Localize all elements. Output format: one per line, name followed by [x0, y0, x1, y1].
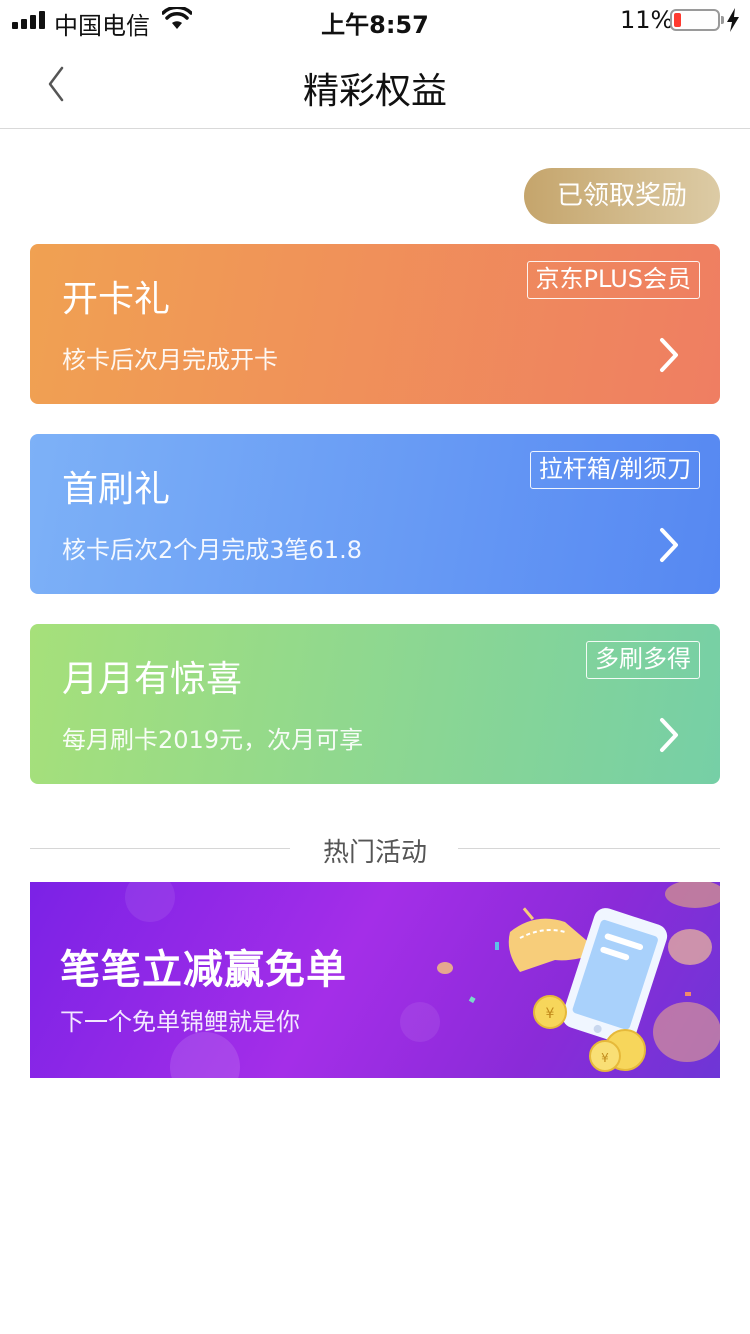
benefit-card-monthly-surprise[interactable]: 月月有惊喜 每月刷卡2019元，次月可享 多刷多得: [30, 624, 720, 784]
card-tag: 多刷多得: [586, 641, 700, 679]
svg-text:¥: ¥: [601, 1051, 609, 1065]
svg-text:¥: ¥: [546, 1006, 555, 1022]
divider: [458, 848, 720, 849]
card-title: 首刷礼: [62, 469, 171, 510]
battery-icon: [670, 9, 724, 31]
benefit-card-card-opening-gift[interactable]: 开卡礼 核卡后次月完成开卡 京东PLUS会员: [30, 244, 720, 404]
card-subtitle: 核卡后次2个月完成3笔61.8: [62, 536, 362, 564]
benefit-card-first-swipe-gift[interactable]: 首刷礼 核卡后次2个月完成3笔61.8 拉杆箱/剃须刀: [30, 434, 720, 594]
banner-title: 笔笔立减赢免单: [60, 947, 347, 993]
navigation-bar: 精彩权益: [0, 40, 750, 129]
status-bar: 中国电信 上午8:57 11%: [0, 0, 750, 40]
card-subtitle: 每月刷卡2019元，次月可享: [62, 726, 364, 754]
claimed-rewards-button[interactable]: 已领取奖励: [524, 168, 720, 224]
card-title: 开卡礼: [62, 279, 171, 320]
hot-activities-heading: 热门活动: [30, 830, 720, 868]
section-title: 热门活动: [322, 838, 427, 868]
chevron-right-icon: [660, 338, 678, 372]
phone-coupon-illustration: ¥ ¥: [437, 882, 720, 1072]
card-tag: 拉杆箱/剃须刀: [529, 451, 700, 489]
card-tag: 京东PLUS会员: [526, 261, 700, 299]
page-title: 精彩权益: [302, 71, 447, 112]
card-title: 月月有惊喜: [62, 659, 243, 700]
promo-banner[interactable]: 笔笔立减赢免单 下一个免单锦鲤就是你 ¥ ¥: [30, 882, 720, 1078]
chevron-right-icon: [660, 718, 678, 752]
card-subtitle: 核卡后次月完成开卡: [62, 346, 278, 374]
charging-bolt-icon: [727, 8, 739, 32]
battery-percentage: 11%: [620, 6, 674, 34]
banner-subtitle: 下一个免单锦鲤就是你: [60, 1008, 300, 1036]
chevron-right-icon: [660, 528, 678, 562]
